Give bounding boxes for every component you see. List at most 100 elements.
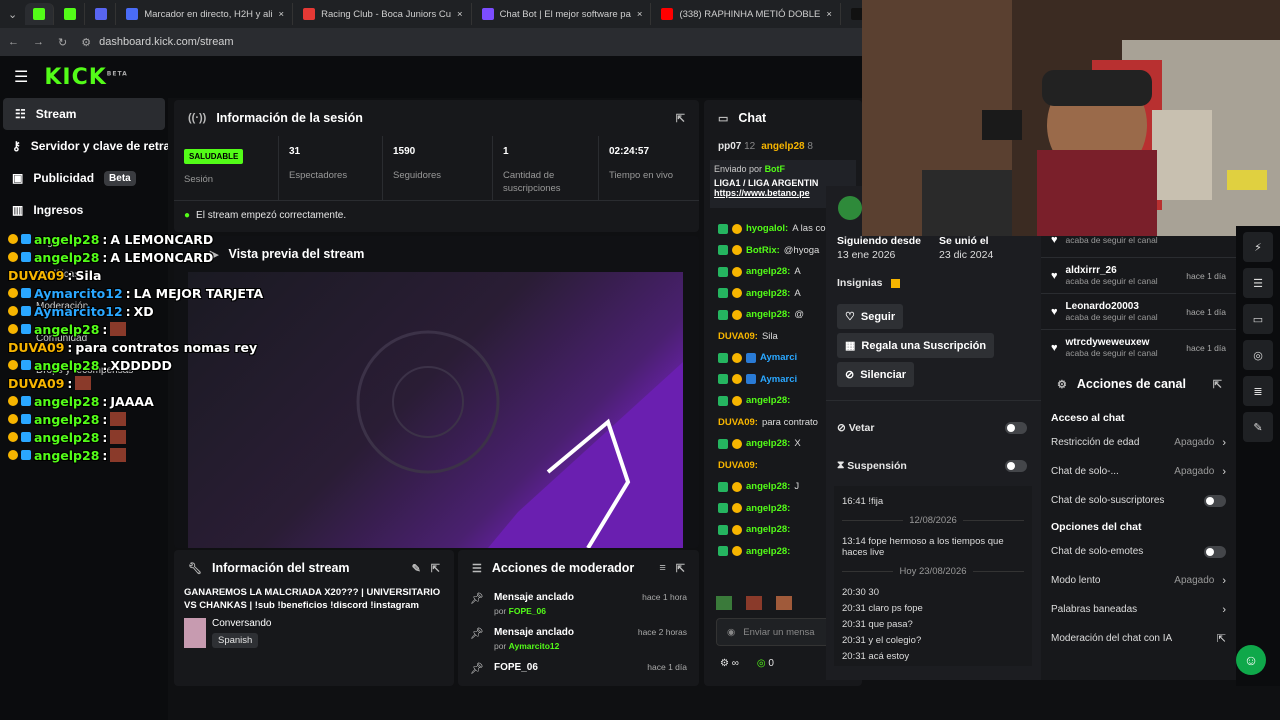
broadcast-icon[interactable]: ◎ bbox=[1243, 340, 1273, 370]
chat-username[interactable]: angelp28: bbox=[746, 524, 790, 535]
chat-username[interactable]: angelp28: bbox=[746, 309, 790, 320]
setting-toggle[interactable] bbox=[1204, 545, 1226, 558]
mod-badge-icon bbox=[718, 524, 728, 535]
chat-username[interactable]: angelp28: bbox=[746, 266, 790, 277]
browser-tab[interactable] bbox=[87, 3, 117, 25]
stat-subscriptions: 1 Cantidad de suscripciones bbox=[492, 136, 598, 200]
chat-icon[interactable]: ▭ bbox=[1243, 304, 1273, 334]
forward-icon[interactable]: → bbox=[33, 36, 44, 48]
points-counter[interactable]: ◎ 0 bbox=[757, 658, 774, 669]
timeout-toggle[interactable] bbox=[1005, 459, 1027, 472]
tab-list-icon[interactable]: ⌄ bbox=[4, 8, 21, 21]
browser-tab[interactable]: Marcador en directo, H2H y ali × bbox=[118, 3, 294, 25]
tab-close-icon[interactable]: × bbox=[826, 9, 832, 20]
chat-username[interactable]: angelp28: bbox=[746, 503, 790, 514]
wrench-icon[interactable]: ✎ bbox=[1243, 412, 1273, 442]
back-icon[interactable]: ← bbox=[8, 36, 19, 48]
chat-username[interactable]: Aymarci bbox=[760, 374, 797, 385]
emote-picker-icon[interactable]: ◉ bbox=[727, 627, 735, 638]
mod-action-row[interactable]: 📌︎ Mensaje anclado por Aymarcito12 hace 2 h… bbox=[458, 621, 699, 656]
browser-tab[interactable]: Chat Bot | El mejor software pa × bbox=[474, 3, 652, 25]
reload-icon[interactable]: ↻ bbox=[58, 36, 67, 49]
popout-icon[interactable]: ⇱ bbox=[431, 562, 440, 575]
top-user-2[interactable]: angelp28 8 bbox=[761, 141, 813, 152]
popout-icon[interactable]: ⇱ bbox=[676, 112, 685, 125]
support-button[interactable]: ☺ bbox=[1236, 645, 1266, 675]
mod-badge-icon bbox=[718, 309, 728, 320]
channel-setting-row[interactable]: Palabras baneadas › bbox=[1041, 595, 1236, 624]
overlay-username: DUVA09 bbox=[8, 375, 65, 391]
tab-close-icon[interactable]: × bbox=[637, 9, 643, 20]
heart-icon: ♡ bbox=[845, 311, 855, 323]
ban-toggle[interactable] bbox=[1005, 422, 1027, 434]
tab-close-icon[interactable]: × bbox=[457, 9, 463, 20]
mod-action-user[interactable]: Aymarcito12 bbox=[509, 641, 560, 651]
chat-username[interactable]: angelp28: bbox=[746, 288, 790, 299]
top-user-1[interactable]: pp07 12 bbox=[718, 141, 755, 152]
tab-close-icon[interactable]: × bbox=[279, 9, 285, 20]
channel-setting-row[interactable]: Chat de solo-... Apagado › bbox=[1041, 457, 1236, 486]
browser-tab[interactable] bbox=[56, 3, 86, 25]
hamburger-menu-icon[interactable]: ☰ bbox=[14, 67, 28, 87]
sidebar-item-stream[interactable]: ☷ Stream bbox=[3, 98, 165, 130]
mod-action-row[interactable]: 📌︎ Mensaje anclado por FOPE_06 hace 1 hora bbox=[458, 586, 699, 621]
browser-tab[interactable]: (338) RAPHINHA METIÓ DOBLE × bbox=[653, 3, 841, 25]
chat-username[interactable]: DUVA09: bbox=[718, 460, 758, 471]
channel-setting-row[interactable]: Chat de solo-suscriptores bbox=[1041, 486, 1236, 515]
chat-username[interactable]: angelp28: bbox=[746, 395, 790, 406]
emote-2-icon[interactable] bbox=[746, 596, 762, 610]
mod-action-time: hace 1 hora bbox=[642, 592, 687, 602]
follower-row[interactable]: ♥ aldxirrr_26 acaba de seguir el canal hace… bbox=[1041, 258, 1236, 294]
mod-badge-icon bbox=[718, 503, 728, 514]
sliders-icon[interactable]: ≣ bbox=[1243, 376, 1273, 406]
filter-icon[interactable]: ≡ bbox=[659, 562, 665, 574]
settings-icon[interactable]: ⚙ ∞ bbox=[720, 658, 739, 669]
chat-username[interactable]: hyogalol: bbox=[746, 223, 788, 234]
emote-1-icon[interactable] bbox=[716, 596, 732, 610]
chat-username[interactable]: Aymarci bbox=[760, 352, 797, 363]
site-info-icon[interactable]: ⚙ bbox=[81, 36, 91, 49]
mod-badge-icon bbox=[718, 352, 728, 363]
channel-setting-row[interactable]: Chat de solo-emotes bbox=[1041, 537, 1236, 566]
gift-icon: ▦ bbox=[845, 340, 856, 352]
channel-setting-row[interactable]: Restricción de edad Apagado › bbox=[1041, 428, 1236, 457]
popout-icon[interactable]: ⇱ bbox=[676, 562, 685, 575]
sub-badge-icon bbox=[732, 245, 742, 256]
mute-icon: ⊘ bbox=[845, 369, 855, 381]
chat-username[interactable]: DUVA09: bbox=[718, 417, 758, 428]
channel-setting-row[interactable]: Modo lento Apagado › bbox=[1041, 566, 1236, 595]
url-text[interactable]: dashboard.kick.com/stream bbox=[99, 36, 234, 48]
chat-username[interactable]: angelp28: bbox=[746, 438, 790, 449]
follower-row[interactable]: ♥ acaba de seguir el canal bbox=[1041, 222, 1236, 258]
emote-3-icon[interactable] bbox=[776, 596, 792, 610]
browser-tab[interactable]: FOPE_06CLIPS (@fope06× bbox=[843, 3, 862, 25]
sidebar-item-server-key[interactable]: ⚷ Servidor y clave de retrans bbox=[0, 130, 168, 162]
chat-username[interactable]: DUVA09: bbox=[718, 331, 758, 342]
external-link-icon[interactable]: ⇱ bbox=[1217, 632, 1226, 645]
setting-toggle[interactable] bbox=[1204, 494, 1226, 507]
kick-logo[interactable]: KICKBETA bbox=[44, 65, 127, 90]
chat-username[interactable]: angelp28: bbox=[746, 546, 790, 557]
popout-icon[interactable]: ⇱ bbox=[1213, 378, 1222, 391]
tab-favicon-icon bbox=[64, 8, 77, 20]
follow-button[interactable]: ♡ Seguir bbox=[837, 304, 904, 329]
sidebar-item-ads[interactable]: ▣ Publicidad Beta bbox=[0, 162, 168, 194]
heart-icon: ♥ bbox=[1051, 233, 1058, 246]
lightning-icon[interactable]: ⚡︎ bbox=[1243, 232, 1273, 262]
follower-row[interactable]: ♥ wtrcdyweweuxew acaba de seguir el canal h… bbox=[1041, 330, 1236, 362]
list-icon[interactable]: ☰ bbox=[1243, 268, 1273, 298]
browser-tab[interactable] bbox=[25, 3, 55, 25]
follower-row[interactable]: ♥ Leonardo20003 acaba de seguir el canal ha… bbox=[1041, 294, 1236, 330]
browser-tab[interactable]: Racing Club - Boca Juniors Cu × bbox=[295, 3, 472, 25]
user-avatar[interactable] bbox=[838, 196, 862, 220]
sidebar-item-income[interactable]: ▥ Ingresos bbox=[0, 194, 168, 226]
mod-action-row[interactable]: 📌︎ FOPE_06 hace 1 día bbox=[458, 656, 699, 686]
mute-button[interactable]: ⊘ Silenciar bbox=[837, 362, 915, 387]
chat-username[interactable]: angelp28: bbox=[746, 481, 790, 492]
channel-setting-row[interactable]: Moderación del chat con IA ⇱ bbox=[1041, 624, 1236, 653]
chat-username[interactable]: BotRix: bbox=[746, 245, 780, 256]
mod-action-user[interactable]: FOPE_06 bbox=[509, 606, 546, 616]
edit-icon[interactable]: ✎ bbox=[412, 562, 421, 575]
gift-sub-button[interactable]: ▦ Regala una Suscripción bbox=[837, 333, 995, 358]
overlay-chat-line: angelp28: XDDDDD bbox=[8, 356, 278, 374]
